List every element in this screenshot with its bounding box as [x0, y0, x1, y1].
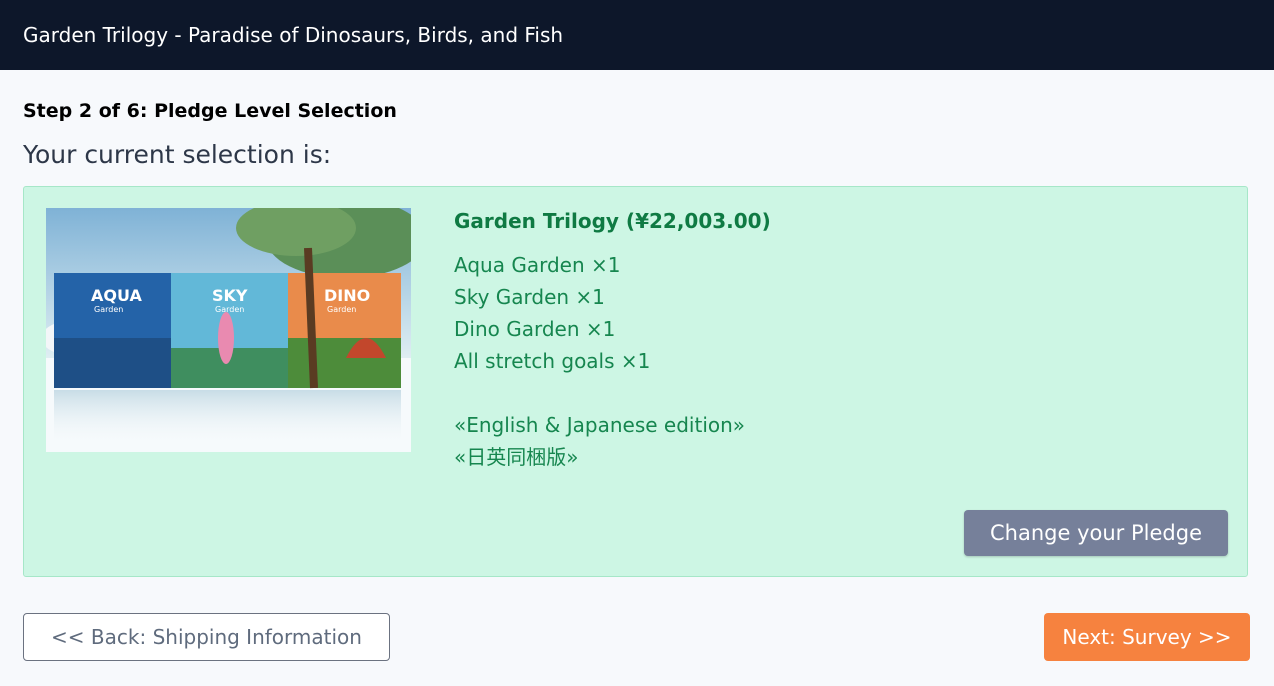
box-label-aqua: AQUA: [91, 286, 142, 305]
pledge-details: Garden Trilogy (¥22,003.00) Aqua Garden …: [454, 209, 771, 473]
pledge-item: Aqua Garden ×1: [454, 253, 621, 277]
next-button[interactable]: Next: Survey >>: [1044, 613, 1250, 661]
pledge-image: AQUA Garden SKY Garden DINO Garden: [46, 208, 411, 452]
box-sublabel-sky: Garden: [215, 305, 245, 314]
pledge-title: Garden Trilogy (¥22,003.00): [454, 209, 771, 233]
product-art: [46, 208, 411, 452]
change-pledge-button[interactable]: Change your Pledge: [964, 510, 1228, 556]
edition-japanese: «日英同梱版»: [454, 445, 579, 469]
pledge-item: All stretch goals ×1: [454, 349, 651, 373]
box-sublabel-aqua: Garden: [94, 305, 124, 314]
box-label-sky: SKY: [212, 286, 248, 305]
box-label-dino: DINO: [324, 286, 371, 305]
box-sublabel-dino: Garden: [327, 305, 357, 314]
top-bar: Garden Trilogy - Paradise of Dinosaurs, …: [0, 0, 1274, 70]
pledge-card: AQUA Garden SKY Garden DINO Garden Garde…: [23, 186, 1248, 577]
page-title: Garden Trilogy - Paradise of Dinosaurs, …: [23, 23, 564, 47]
pledge-item: Sky Garden ×1: [454, 285, 605, 309]
edition-english: «English & Japanese edition»: [454, 413, 746, 437]
pledge-item: Dino Garden ×1: [454, 317, 616, 341]
step-label: Step 2 of 6: Pledge Level Selection: [23, 100, 397, 122]
back-button[interactable]: << Back: Shipping Information: [23, 613, 390, 661]
current-selection-label: Your current selection is:: [23, 140, 332, 169]
